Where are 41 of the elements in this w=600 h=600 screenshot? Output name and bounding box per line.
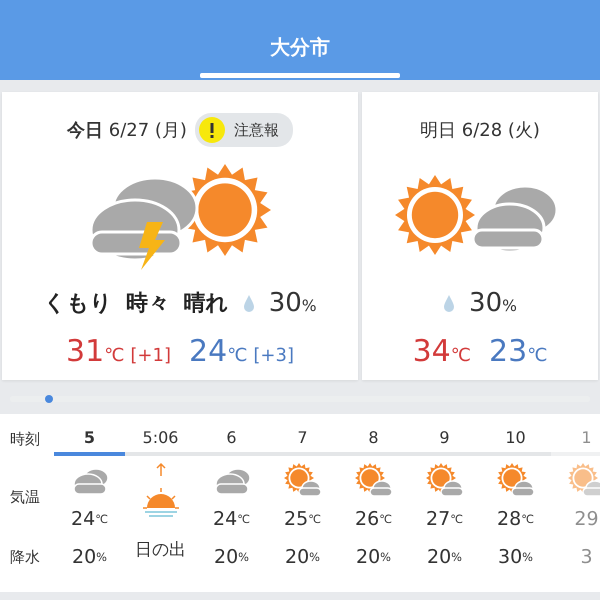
hour-temperature: 25℃ xyxy=(284,507,321,532)
hour-rain-chance: 20% xyxy=(72,545,107,570)
hour-temperature: 27℃ xyxy=(426,507,463,532)
hour-temperature: 29 xyxy=(574,507,599,532)
hour-tab[interactable]: 8 xyxy=(338,422,409,456)
rain-chance: 30% xyxy=(268,288,317,318)
forecast-date: 今日 6/27 (月) xyxy=(67,119,187,142)
warning-badge[interactable]: 注意報 xyxy=(194,113,293,147)
weather-description: くもり 時々 晴れ xyxy=(43,290,229,318)
hour-rain-chance: 3 xyxy=(580,545,593,570)
hour-rain-chance: 20% xyxy=(284,545,320,570)
hour-tab[interactable]: 9 xyxy=(409,422,480,456)
low-temperature: 24℃ [+3] xyxy=(189,334,294,369)
city-title: 大分市 xyxy=(270,34,330,61)
high-temperature: 31℃ [+1] xyxy=(66,334,171,369)
hour-tab[interactable]: 5:06 xyxy=(125,422,196,456)
low-temperature: 23℃ xyxy=(489,334,548,369)
hour-rain-chance: 30% xyxy=(498,545,533,570)
hour-temperature: 24℃ xyxy=(71,507,108,532)
hour-rain-chance: 20% xyxy=(214,545,249,570)
hour-tab[interactable]: 10 xyxy=(480,422,551,456)
row-label: 降水 xyxy=(10,546,41,568)
hour-temperature: 24℃ xyxy=(213,507,250,532)
hour-tab[interactable]: 7 xyxy=(267,422,338,456)
hour-tab[interactable]: 6 xyxy=(196,422,267,456)
raindrop-icon xyxy=(443,294,456,312)
high-temperature: 34℃ xyxy=(412,334,471,369)
rain-chance: 30% xyxy=(469,288,517,318)
hour-temperature: 26℃ xyxy=(355,507,392,532)
hour-rain-chance: 20% xyxy=(356,545,391,570)
sunrise-label: 日の出 xyxy=(135,538,186,562)
scroll-thumb[interactable] xyxy=(44,395,53,403)
hour-tab[interactable]: 5 xyxy=(54,422,125,456)
scroll-track[interactable] xyxy=(10,396,590,402)
raindrop-icon xyxy=(242,294,255,312)
exclamation-icon xyxy=(198,116,226,144)
row-label: 気温 xyxy=(10,486,41,508)
forecast-date: 明日 6/28 (火) xyxy=(420,119,540,142)
hour-rain-chance: 20% xyxy=(426,545,462,570)
hour-temperature: 28℃ xyxy=(497,507,534,532)
row-label: 時刻 xyxy=(10,428,41,450)
